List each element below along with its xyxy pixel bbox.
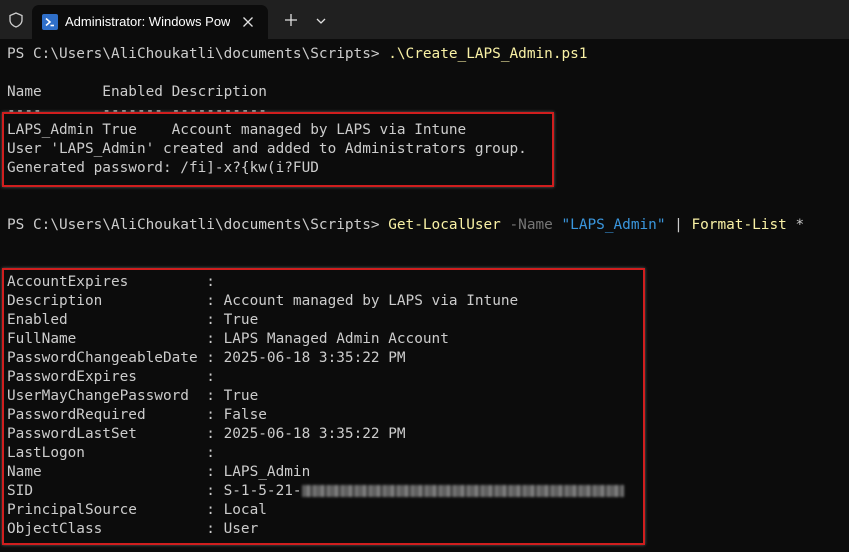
chevron-down-icon[interactable] <box>313 13 329 29</box>
shield-icon[interactable] <box>8 12 24 28</box>
param-name: -Name <box>500 217 562 233</box>
highlight-box-user-properties <box>2 268 645 545</box>
pipe-operator: | <box>665 217 692 233</box>
tab-title: Administrator: Windows PowerShell <box>65 14 230 29</box>
highlight-box-create-output <box>2 112 554 187</box>
terminal-output[interactable]: PS C:\Users\AliChoukatli\documents\Scrip… <box>0 39 849 552</box>
table-header: Name Enabled Description <box>7 84 267 100</box>
cmdlet-format-list: Format-List <box>691 217 787 233</box>
tab-powershell[interactable]: Administrator: Windows PowerShell <box>32 5 268 39</box>
title-bar: Administrator: Windows PowerShell <box>0 0 849 39</box>
plus-icon[interactable] <box>283 12 299 28</box>
format-list-arg: * <box>786 217 805 233</box>
prompt-path: PS C:\Users\AliChoukatli\documents\Scrip… <box>7 46 389 62</box>
close-icon[interactable] <box>240 14 256 30</box>
command-text: .\Create_LAPS_Admin.ps1 <box>388 46 588 62</box>
param-value: "LAPS_Admin" <box>561 217 666 233</box>
powershell-icon <box>42 14 58 30</box>
cmdlet-get-localuser: Get-LocalUser <box>388 217 501 233</box>
prompt-path: PS C:\Users\AliChoukatli\documents\Scrip… <box>7 217 389 233</box>
prompt-line-1: PS C:\Users\AliChoukatli\documents\Scrip… <box>7 45 588 64</box>
prompt-line-2: PS C:\Users\AliChoukatli\documents\Scrip… <box>7 216 804 235</box>
